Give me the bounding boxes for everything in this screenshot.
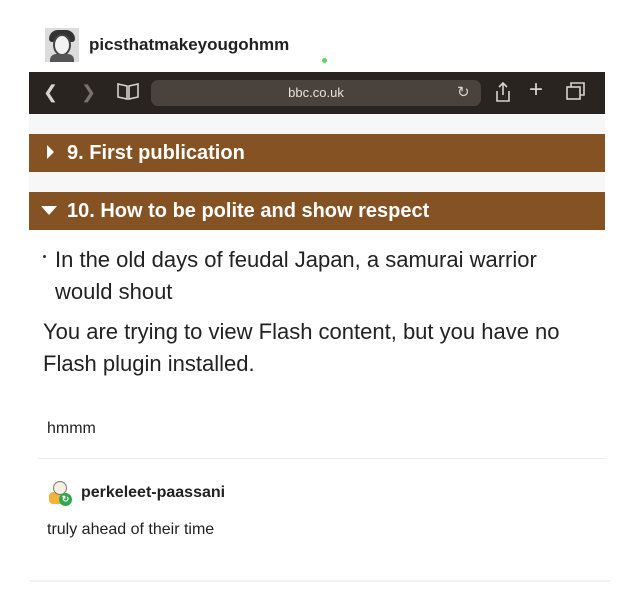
footer-divider [30,580,610,582]
tabs-icon[interactable] [565,81,587,103]
bullet-icon [43,255,46,258]
address-bar[interactable]: bbc.co.uk [151,80,481,106]
section-10-content: In the old days of feudal Japan, a samur… [29,230,605,398]
reblog-username[interactable]: perkeleet-paassani [81,484,225,502]
reload-icon[interactable]: ↻ [457,82,470,104]
new-tab-icon[interactable]: + [529,78,543,102]
post-header: picsthatmakeyougohmm [45,28,289,62]
post-caption: hmmm [47,420,96,437]
bookmarks-icon[interactable] [117,81,139,103]
post-username[interactable]: picsthatmakeyougohmm [89,35,289,55]
online-indicator [322,58,327,63]
reblog-badge-icon: ↻ [59,493,72,506]
avatar[interactable] [45,28,79,62]
section-10-title: 10. How to be polite and show respect [67,200,430,222]
section-10-header[interactable]: 10. How to be polite and show respect [29,192,605,230]
reblog-header: ↻ perkeleet-paassani [45,479,225,507]
section-9-title: 9. First publication [67,142,245,164]
reblog-avatar[interactable]: ↻ [45,479,73,507]
section-9-header[interactable]: 9. First publication [29,134,605,172]
forward-icon[interactable]: ❯ [81,81,96,103]
share-icon[interactable] [495,81,511,103]
expand-arrow-icon [47,145,54,159]
browser-toolbar: ❮ ❯ bbc.co.uk ↻ + [29,72,605,114]
url-text: bbc.co.uk [288,85,344,100]
bullet-text: In the old days of feudal Japan, a samur… [55,247,537,304]
reblog-comment: truly ahead of their time [47,521,215,538]
divider [38,458,606,459]
collapse-arrow-icon [41,206,57,215]
back-icon[interactable]: ❮ [43,81,58,103]
flash-message: You are trying to view Flash content, bu… [43,319,560,376]
embedded-screenshot: ❮ ❯ bbc.co.uk ↻ + 9. First publication 1… [29,72,605,398]
